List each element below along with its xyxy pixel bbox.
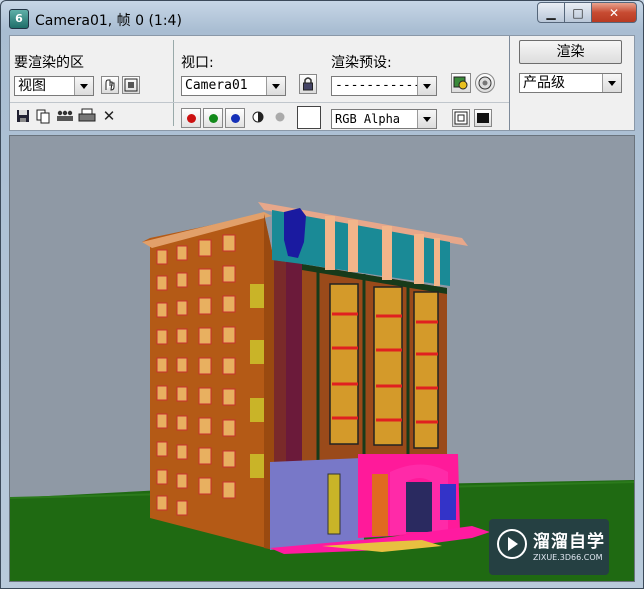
render-frame-window: 6 Camera01, 帧 0 (1:4) ▁ □ ✕ 要渲染的区 视图 视口:… <box>0 0 644 589</box>
green-channel-icon[interactable] <box>203 108 223 128</box>
save-icon[interactable] <box>14 108 32 126</box>
render-button[interactable]: 渲染 <box>519 40 622 64</box>
display-toggle-icon[interactable] <box>452 109 470 127</box>
alpha-icon[interactable] <box>271 109 289 127</box>
blue-channel-icon[interactable] <box>225 108 245 128</box>
lock-icon[interactable] <box>299 74 317 94</box>
green-channel-dot <box>209 114 218 123</box>
title-bar[interactable]: 6 Camera01, 帧 0 (1:4) ▁ □ ✕ <box>1 1 643 35</box>
render-quality-value: 产品级 <box>523 75 565 91</box>
render-controls-panel: 要渲染的区 视图 视口: Camera01 渲染预设: ------------ <box>9 35 635 131</box>
rendered-building-image <box>10 136 634 581</box>
watermark-title: 溜溜自学 <box>533 532 605 552</box>
viewport-dropdown[interactable]: Camera01 <box>181 76 286 96</box>
watermark-subtitle: ZIXUE.3D66.COM <box>533 553 603 562</box>
toolbar-divider <box>10 102 509 103</box>
channel-display-dropdown[interactable]: RGB Alpha <box>331 109 437 129</box>
chevron-down-icon[interactable] <box>74 77 93 95</box>
window-title: Camera01, 帧 0 (1:4) <box>35 13 182 29</box>
viewport-label: 视口: <box>181 55 214 71</box>
render-quality-dropdown[interactable]: 产品级 <box>519 73 622 93</box>
chevron-down-icon[interactable] <box>417 110 436 128</box>
clone-icon[interactable] <box>56 108 74 126</box>
blue-channel-dot <box>231 114 240 123</box>
play-logo-icon <box>497 529 527 559</box>
color-icon[interactable] <box>474 109 492 127</box>
area-to-render-label: 要渲染的区 <box>14 55 84 71</box>
close-button[interactable]: ✕ <box>592 2 637 23</box>
area-to-render-dropdown[interactable]: 视图 <box>14 76 94 96</box>
region-select-icon[interactable] <box>122 76 140 94</box>
app-icon[interactable]: 6 <box>9 9 29 29</box>
render-preset-value: ------------ <box>335 78 429 93</box>
chevron-down-icon[interactable] <box>602 74 621 92</box>
swatch-icon[interactable] <box>297 106 321 129</box>
panel-divider <box>173 40 174 126</box>
maximize-button[interactable]: □ <box>565 2 592 23</box>
chevron-down-icon[interactable] <box>417 77 436 95</box>
clear-icon[interactable]: ✕ <box>100 108 118 126</box>
print-icon[interactable] <box>78 108 96 126</box>
region-crop-icon[interactable] <box>101 76 119 94</box>
minimize-button[interactable]: ▁ <box>537 2 565 23</box>
render-viewport[interactable] <box>9 135 635 582</box>
watermark: 溜溜自学 ZIXUE.3D66.COM <box>489 519 609 575</box>
channel-display-value: RGB Alpha <box>335 112 401 126</box>
render-preset-label: 渲染预设: <box>331 55 392 71</box>
panel-divider <box>509 36 510 130</box>
copy-icon[interactable] <box>34 108 52 126</box>
red-channel-icon[interactable] <box>181 108 201 128</box>
mono-icon[interactable] <box>249 109 267 127</box>
app-icon-glyph: 6 <box>15 12 23 25</box>
environment-icon[interactable] <box>475 73 495 93</box>
red-channel-dot <box>187 114 196 123</box>
render-preset-dropdown[interactable]: ------------ <box>331 76 437 96</box>
viewport-value: Camera01 <box>185 78 248 93</box>
chevron-down-icon[interactable] <box>266 77 285 95</box>
render-setup-icon[interactable] <box>451 73 471 93</box>
window-controls: ▁ □ ✕ <box>537 2 637 23</box>
area-to-render-value: 视图 <box>18 78 46 94</box>
